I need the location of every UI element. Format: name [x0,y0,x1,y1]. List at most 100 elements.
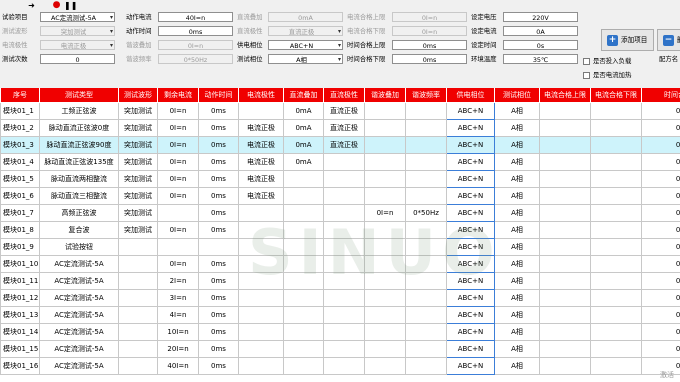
table-cell[interactable] [323,238,365,256]
arrow-right-icon[interactable]: ➜ [27,1,36,10]
table-cell[interactable]: 突加测试 [118,221,158,239]
table-cell[interactable]: ABC+N [446,204,495,222]
table-cell[interactable] [590,102,642,120]
table-cell[interactable] [539,204,591,222]
column-header[interactable]: 动作时间 [198,88,239,103]
table-cell[interactable]: 模块01_15 [0,340,40,358]
table-cell[interactable] [590,170,642,188]
table-cell[interactable] [323,357,365,375]
table-cell[interactable]: 模块01_1 [0,102,40,120]
table-cell[interactable] [590,136,642,154]
table-cell[interactable]: 0ms [198,272,239,290]
table-cell[interactable]: 0ms [198,306,239,324]
table-cell[interactable]: AC定流测试-5A [39,340,119,358]
table-cell[interactable] [590,255,642,273]
table-cell[interactable]: 0I=n [157,170,199,188]
table-cell[interactable] [405,187,447,205]
table-cell[interactable]: 0ms [198,119,239,137]
table-row[interactable]: 模块01_15AC定流测试-5A 20I=n0ms ABC+NA相 0m [0,340,680,358]
table-cell[interactable] [238,204,284,222]
table-cell[interactable]: ABC+N [446,323,495,341]
field-input[interactable]: 0ms [158,26,233,36]
table-cell[interactable] [323,187,365,205]
table-row[interactable]: 模块01_13AC定流测试-5A 4I=n0ms ABC+NA相 0m [0,306,680,324]
table-cell[interactable]: 电流正极 [238,170,284,188]
pause-icon[interactable]: ❚❚ [64,1,77,10]
table-cell[interactable]: 0I=n [157,153,199,171]
table-cell[interactable]: 2I=n [157,272,199,290]
table-cell[interactable]: 模块01_10 [0,255,40,273]
column-header[interactable]: 电流合格下限 [590,88,642,103]
table-cell[interactable]: ABC+N [446,153,495,171]
table-cell[interactable]: 0m [641,102,680,120]
column-header[interactable]: 电流极性 [238,88,284,103]
table-cell[interactable]: 直流正极 [323,136,365,154]
table-cell[interactable] [590,340,642,358]
table-cell[interactable]: A相 [494,102,540,120]
table-cell[interactable] [238,221,284,239]
table-cell[interactable] [283,306,324,324]
table-row[interactable]: 模块01_2 脉动直流正弦波0度 突加测试 0I=n 0ms 电流正极 0mA 直流正极 ABC… [0,119,680,137]
table-cell[interactable]: 脉动直流正弦波0度 [39,119,119,137]
field-input[interactable]: 0A [503,26,578,36]
table-cell[interactable]: 0mA [283,102,324,120]
table-cell[interactable]: ABC+N [446,102,495,120]
field-select[interactable]: AC定流测试-5A [40,12,115,22]
table-cell[interactable] [157,204,199,222]
load-checkbox[interactable] [583,58,590,65]
field-input[interactable]: 0ms [392,40,467,50]
table-cell[interactable]: 0mA [283,119,324,137]
table-row[interactable]: 模块01_14AC定流测试-5A 10I=n0ms ABC+NA相 0m [0,323,680,341]
table-cell[interactable]: 0m [641,340,680,358]
table-cell[interactable]: 0ms [198,255,239,273]
table-cell[interactable]: 模块01_13 [0,306,40,324]
table-cell[interactable] [590,272,642,290]
table-cell[interactable]: 0I=n [157,255,199,273]
table-cell[interactable] [405,119,447,137]
table-cell[interactable] [364,323,406,341]
table-cell[interactable]: 模块01_8 [0,221,40,239]
table-row[interactable]: 模块01_12AC定流测试-5A 3I=n0ms ABC+NA相 0m [0,289,680,307]
table-cell[interactable] [364,187,406,205]
table-cell[interactable]: A相 [494,136,540,154]
table-cell[interactable]: 电流正极 [238,119,284,137]
table-cell[interactable]: 4I=n [157,306,199,324]
add-item-button[interactable]: + 添加项目 [601,29,654,51]
table-cell[interactable]: AC定流测试-5A [39,255,119,273]
table-cell[interactable]: 0mA [283,153,324,171]
table-cell[interactable] [405,102,447,120]
table-cell[interactable] [590,238,642,256]
table-cell[interactable] [405,153,447,171]
table-cell[interactable]: A相 [494,204,540,222]
table-cell[interactable]: 脉动直流两相整流 [39,170,119,188]
table-cell[interactable]: AC定流测试-5A [39,357,119,375]
table-cell[interactable]: AC定流测试-5A [39,272,119,290]
table-cell[interactable]: ABC+N [446,119,495,137]
table-cell[interactable] [539,102,591,120]
table-cell[interactable]: A相 [494,340,540,358]
table-cell[interactable]: 模块01_3 [0,136,40,154]
table-cell[interactable] [364,153,406,171]
table-cell[interactable] [590,289,642,307]
table-cell[interactable]: 突加测试 [118,204,158,222]
table-cell[interactable] [405,136,447,154]
table-cell[interactable]: 直流正极 [323,119,365,137]
table-cell[interactable] [539,153,591,171]
table-cell[interactable]: A相 [494,221,540,239]
record-icon[interactable]: ● [52,1,61,10]
table-cell[interactable]: 模块01_9 [0,238,40,256]
table-row[interactable]: 模块01_4 脉动直流正弦波135度 突加测试 0I=n 0ms 电流正极 0mA ABC+N… [0,153,680,171]
table-cell[interactable]: 电流正极 [238,136,284,154]
field-input[interactable]: 0s [503,40,578,50]
table-cell[interactable]: 试验按钮 [39,238,119,256]
table-cell[interactable]: 0ms [198,153,239,171]
table-cell[interactable] [323,153,365,171]
column-header[interactable]: 剩余电流 [157,88,199,103]
table-cell[interactable] [118,272,158,290]
table-cell[interactable] [405,238,447,256]
table-cell[interactable] [283,238,324,256]
table-cell[interactable]: 0m [641,272,680,290]
table-cell[interactable]: 40I=n [157,357,199,375]
table-cell[interactable]: 10I=n [157,323,199,341]
table-cell[interactable] [238,323,284,341]
